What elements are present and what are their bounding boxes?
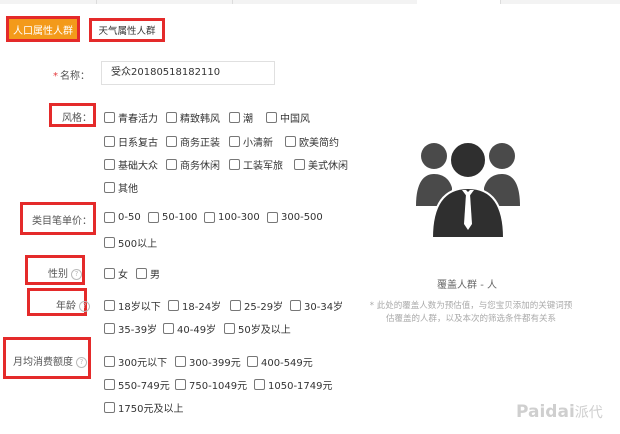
paidai-watermark-logo: Paidai派代: [516, 402, 603, 422]
price-option[interactable]: 100-300: [204, 212, 260, 223]
gender-option[interactable]: 女: [104, 266, 128, 281]
checkbox[interactable]: [104, 379, 115, 390]
checkbox[interactable]: [266, 112, 277, 123]
checkbox[interactable]: [104, 136, 115, 147]
checkbox[interactable]: [175, 356, 186, 367]
spend-option[interactable]: 1750元及以上: [104, 400, 183, 415]
age-option[interactable]: 35-39岁: [104, 321, 157, 336]
checkbox[interactable]: [104, 323, 115, 334]
age-option[interactable]: 25-29岁: [230, 298, 283, 313]
checkbox[interactable]: [175, 379, 186, 390]
age-option[interactable]: 40-49岁: [163, 321, 216, 336]
style-option[interactable]: 工装军旅: [229, 157, 283, 172]
gender-option[interactable]: 男: [136, 266, 160, 281]
tab-weather[interactable]: 天气属性人群: [89, 18, 165, 42]
price-option[interactable]: 0-50: [104, 212, 141, 223]
checkbox[interactable]: [104, 356, 115, 367]
price-option[interactable]: 500以上: [104, 235, 157, 250]
style-option[interactable]: 青春活力: [104, 110, 158, 125]
style-option[interactable]: 商务休闲: [166, 157, 220, 172]
checkbox[interactable]: [247, 356, 258, 367]
style-option[interactable]: 其他: [104, 180, 138, 195]
checkbox[interactable]: [166, 159, 177, 170]
age-option[interactable]: 50岁及以上: [224, 321, 291, 336]
spend-option[interactable]: 550-749元: [104, 377, 170, 392]
spend-option[interactable]: 1050-1749元: [254, 377, 333, 392]
style-option[interactable]: 美式休闲: [294, 157, 348, 172]
name-field[interactable]: 受众20180518182110: [101, 61, 275, 85]
checkbox[interactable]: [104, 182, 115, 193]
age-label: 年龄?: [30, 297, 90, 312]
checkbox[interactable]: [104, 268, 115, 279]
checkbox[interactable]: [166, 136, 177, 147]
checkbox[interactable]: [104, 237, 115, 248]
checkbox[interactable]: [136, 268, 147, 279]
spend-option[interactable]: 750-1049元: [175, 377, 247, 392]
checkbox[interactable]: [230, 300, 241, 311]
price-option[interactable]: 50-100: [148, 212, 197, 223]
user-group-icon: [416, 141, 520, 239]
checkbox[interactable]: [104, 212, 115, 223]
checkbox[interactable]: [104, 112, 115, 123]
spend-option[interactable]: 300-399元: [175, 354, 241, 369]
name-label: * 名称：: [53, 71, 90, 82]
price-option[interactable]: 300-500: [267, 212, 323, 223]
age-option[interactable]: 18岁以下: [104, 298, 161, 313]
style-label: 风格：: [62, 113, 92, 124]
style-option[interactable]: 欧美简约: [285, 134, 339, 149]
checkbox[interactable]: [229, 136, 240, 147]
checkbox[interactable]: [224, 323, 235, 334]
style-option[interactable]: 商务正装: [166, 134, 220, 149]
style-option[interactable]: 中国风: [266, 110, 310, 125]
help-icon[interactable]: ?: [76, 356, 87, 368]
checkbox[interactable]: [204, 212, 215, 223]
checkbox[interactable]: [148, 212, 159, 223]
checkbox[interactable]: [166, 112, 177, 123]
style-option[interactable]: 日系复古: [104, 134, 158, 149]
price-label: 类目笔单价：: [32, 216, 92, 227]
style-option[interactable]: 精致韩风: [166, 110, 220, 125]
spend-option[interactable]: 300元以下: [104, 354, 167, 369]
checkbox[interactable]: [163, 323, 174, 334]
checkbox[interactable]: [229, 159, 240, 170]
help-icon[interactable]: ?: [71, 268, 82, 280]
spend-label: 月均消费额度?: [5, 353, 87, 368]
checkbox[interactable]: [294, 159, 305, 170]
style-option[interactable]: 基础大众: [104, 157, 158, 172]
checkbox[interactable]: [267, 212, 278, 223]
checkbox[interactable]: [104, 300, 115, 311]
checkbox[interactable]: [168, 300, 179, 311]
gender-label: 性别?: [28, 265, 82, 280]
checkbox[interactable]: [285, 136, 296, 147]
checkbox[interactable]: [290, 300, 301, 311]
checkbox[interactable]: [104, 159, 115, 170]
top-strip: [0, 0, 620, 4]
age-option[interactable]: 18-24岁: [168, 298, 221, 313]
checkbox[interactable]: [254, 379, 265, 390]
style-option[interactable]: 小清新: [229, 134, 273, 149]
style-option[interactable]: 潮: [229, 110, 253, 125]
help-icon[interactable]: ?: [79, 300, 90, 312]
checkbox[interactable]: [229, 112, 240, 123]
coverage-title: 覆盖人群 - 人: [437, 280, 497, 291]
age-option[interactable]: 30-34岁: [290, 298, 343, 313]
tab-demographic[interactable]: 人口属性人群: [6, 16, 80, 42]
coverage-note: * 此处的覆盖人数为预估值，与您宝贝添加的关键词预估覆盖的人群，以及本次的筛选条…: [369, 301, 573, 324]
checkbox[interactable]: [104, 402, 115, 413]
spend-option[interactable]: 400-549元: [247, 354, 313, 369]
